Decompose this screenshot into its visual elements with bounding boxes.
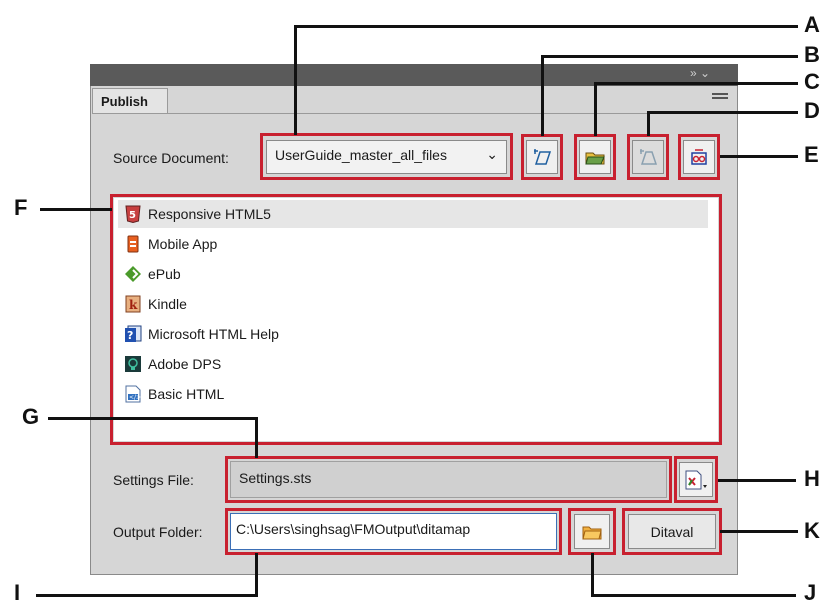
tab-publish[interactable]: Publish <box>92 88 168 114</box>
settings-file-label: Settings File: <box>113 472 194 488</box>
edit-settings-icon <box>640 149 658 165</box>
list-item-label: Responsive HTML5 <box>148 206 271 222</box>
browse-folder-button[interactable] <box>574 514 610 549</box>
list-item-label: Kindle <box>148 296 187 312</box>
callout-letter-i: I <box>14 580 21 605</box>
tab-divider <box>92 113 736 114</box>
source-document-value: UserGuide_master_all_files <box>275 147 447 163</box>
edit-settings-button[interactable] <box>632 140 664 174</box>
leader-i-vertical <box>255 553 258 597</box>
leader-h <box>718 479 796 482</box>
callout-letter-k: K <box>804 518 820 543</box>
svg-text:</>: </> <box>129 394 141 401</box>
leader-k <box>720 530 798 533</box>
leader-i-horizontal <box>36 594 258 597</box>
leader-g-vertical <box>255 417 258 458</box>
settings-options-button[interactable] <box>679 462 713 497</box>
list-item-label: ePub <box>148 266 181 282</box>
list-item-label: Basic HTML <box>148 386 225 402</box>
window-controls[interactable]: » ⌄ <box>690 66 710 80</box>
callout-letter-j: J <box>804 580 817 605</box>
settings-file-menu-icon <box>685 470 707 489</box>
leader-a-vertical <box>294 25 297 135</box>
leader-g-horizontal <box>48 417 258 420</box>
leader-d-horizontal <box>647 111 798 114</box>
leader-j-horizontal <box>591 594 796 597</box>
list-item-label: Adobe DPS <box>148 356 222 372</box>
adobe-dps-icon <box>124 355 142 373</box>
chevron-down-icon: ⌄ <box>486 146 498 162</box>
panel-menu-icon-bar <box>712 97 728 99</box>
list-item[interactable]: ePub <box>118 260 708 288</box>
svg-text:5: 5 <box>129 210 136 221</box>
html-help-icon: ? <box>124 325 142 343</box>
leader-c-vertical <box>594 82 597 136</box>
list-item-label: Microsoft HTML Help <box>148 326 279 342</box>
output-folder-input[interactable]: C:\Users\singhsag\FMOutput\ditamap <box>230 513 557 550</box>
callout-letter-f: F <box>14 195 28 220</box>
callout-letter-h: H <box>804 466 820 491</box>
generate-output-icon <box>691 149 707 165</box>
leader-j-vertical <box>591 553 594 597</box>
callout-letter-e: E <box>804 142 819 167</box>
leader-f <box>40 208 112 211</box>
list-item[interactable]: Adobe DPS <box>118 350 708 378</box>
kindle-icon: k <box>124 295 142 313</box>
source-document-dropdown[interactable]: UserGuide_master_all_files ⌄ <box>266 140 507 174</box>
new-settings-icon <box>534 149 552 165</box>
new-settings-button[interactable] <box>526 140 558 174</box>
leader-a-horizontal <box>294 25 798 28</box>
basic-html-icon: </> <box>124 385 142 403</box>
html5-icon: 5 <box>124 205 142 223</box>
epub-icon <box>124 265 142 283</box>
output-format-list: 5 Responsive HTML5 Mobile App ePub k Kin… <box>114 198 718 441</box>
leader-e <box>720 155 798 158</box>
generate-output-button[interactable] <box>683 140 715 174</box>
settings-file-field[interactable]: Settings.sts <box>230 461 667 498</box>
folder-icon <box>582 526 602 539</box>
callout-letter-d: D <box>804 98 820 123</box>
list-item[interactable]: k Kindle <box>118 290 708 318</box>
callout-letter-g: G <box>22 404 40 429</box>
list-item[interactable]: Mobile App <box>118 230 708 258</box>
leader-b-horizontal <box>541 55 798 58</box>
output-folder-label: Output Folder: <box>113 524 203 540</box>
ditaval-button[interactable]: Ditaval <box>628 514 716 549</box>
open-folder-icon <box>585 152 605 165</box>
mobile-app-icon <box>124 235 142 253</box>
list-item[interactable]: </> Basic HTML <box>118 380 708 408</box>
callout-letter-b: B <box>804 42 820 67</box>
callout-letter-a: A <box>804 12 820 37</box>
svg-text:?: ? <box>127 329 133 342</box>
leader-b-vertical <box>541 55 544 136</box>
open-settings-button[interactable] <box>579 140 611 174</box>
callout-letter-c: C <box>804 69 820 94</box>
list-item[interactable]: 5 Responsive HTML5 <box>118 200 708 228</box>
source-document-label: Source Document: <box>113 150 229 166</box>
list-item[interactable]: ? Microsoft HTML Help <box>118 320 708 348</box>
leader-c-horizontal <box>594 82 798 85</box>
leader-d-vertical <box>647 111 650 136</box>
svg-text:k: k <box>129 298 138 312</box>
panel-menu-icon[interactable] <box>712 93 728 95</box>
list-item-label: Mobile App <box>148 236 218 252</box>
